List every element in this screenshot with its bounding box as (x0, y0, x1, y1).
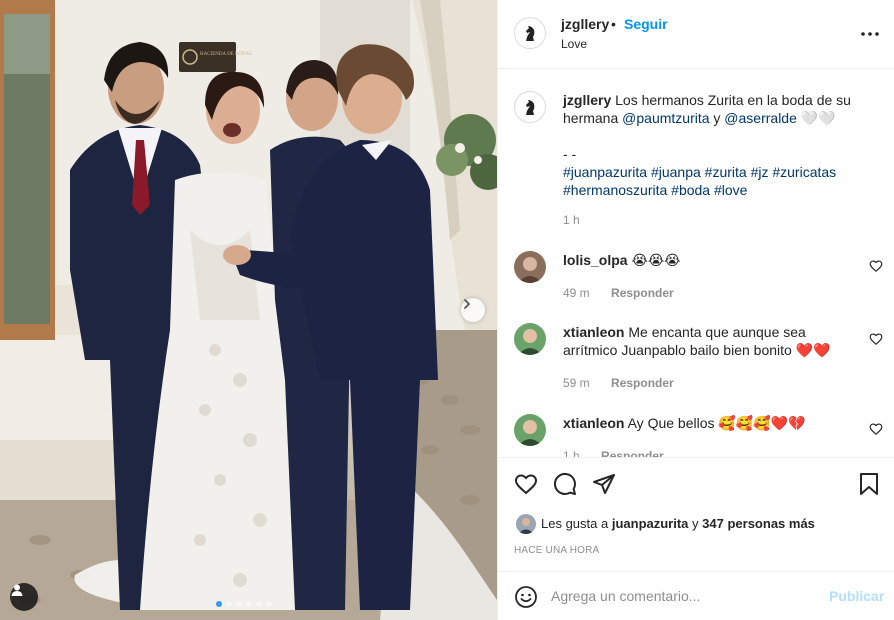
chess-knight-icon (526, 100, 535, 115)
comment-body: Ay Que bellos (627, 415, 715, 431)
comment-body: 😭😭😭 (631, 252, 681, 268)
likes-count[interactable]: 347 personas más (702, 516, 815, 531)
hashtags-line[interactable]: #juanpazurita #juanpa #zurita #jz #zuric… (563, 164, 836, 180)
author-avatar[interactable] (514, 17, 546, 49)
post-actions: Les gusta a juanpazurita y 347 personas … (498, 457, 894, 571)
post-caption: jzgllery Los hermanos Zurita en la boda … (563, 91, 863, 199)
carousel-dot (266, 601, 272, 607)
post-location[interactable]: Love (561, 37, 587, 51)
comment-input[interactable] (551, 584, 821, 608)
chess-knight-icon (526, 26, 535, 41)
comment-emoji: ❤️❤️ (795, 342, 831, 358)
tagged-users-button[interactable] (10, 583, 38, 611)
post-timestamp: HACE UNA HORA (514, 545, 600, 556)
likes-summary: Les gusta a juanpazurita y 347 personas … (541, 514, 815, 534)
comment-avatar[interactable] (514, 414, 546, 446)
separator-dot: • (611, 16, 616, 32)
hashtags-line[interactable]: #hermanoszurita #boda #love (563, 182, 747, 198)
comment-bubble-icon (553, 472, 576, 495)
reply-button[interactable]: Responder (611, 286, 674, 300)
save-button[interactable] (856, 471, 882, 497)
mention-link[interactable]: @paumtzurita (622, 110, 709, 126)
caption-username[interactable]: jzgllery (563, 92, 611, 108)
post-header: jzgllery • Seguir Love (498, 0, 894, 69)
comment-like-icon[interactable] (869, 332, 883, 346)
wedding-photo: HACIENDA DE BODAS (0, 0, 497, 620)
caption-time: 1 h (563, 213, 580, 227)
reply-button[interactable]: Responder (611, 376, 674, 390)
comment-text: xtianleon Me encanta que aunque sea arrí… (563, 323, 863, 359)
publish-button[interactable]: Publicar (829, 588, 884, 604)
comment-username[interactable]: xtianleon (563, 415, 624, 431)
likes-prefix: Les gusta a (541, 516, 609, 531)
sign-text: HACIENDA DE BODAS (200, 52, 252, 57)
comments-section[interactable]: jzgllery Los hermanos Zurita en la boda … (498, 69, 894, 457)
comment-time: 1 h (563, 449, 580, 457)
comment-like-icon[interactable] (869, 259, 883, 273)
comment-text: lolis_olpa 😭😭😭 (563, 251, 863, 269)
caption-avatar[interactable] (514, 91, 546, 123)
more-horizontal-icon (861, 32, 879, 36)
bookmark-icon (860, 473, 878, 495)
share-button[interactable] (591, 471, 617, 497)
carousel-dot (256, 601, 262, 607)
comment-meta: 59 m Responder (563, 376, 692, 390)
post-photo[interactable]: HACIENDA DE BODAS (0, 0, 497, 620)
follow-button[interactable]: Seguir (624, 16, 668, 32)
comment-like-icon[interactable] (869, 422, 883, 436)
comment-meta: 1 h Responder (563, 449, 682, 457)
caption-and: y (713, 110, 721, 126)
next-photo-button[interactable] (461, 298, 485, 322)
comment-username[interactable]: lolis_olpa (563, 252, 628, 268)
paper-plane-icon (593, 474, 615, 494)
chevron-right-icon (464, 299, 470, 309)
liker-username[interactable]: juanpazurita (612, 516, 689, 531)
emoji-icon[interactable] (514, 585, 538, 609)
like-button[interactable] (513, 471, 539, 497)
comment-time: 49 m (563, 286, 590, 300)
caption-emoji: 🤍🤍 (800, 110, 836, 126)
carousel-dot (236, 601, 242, 607)
comment-emoji: 🥰🥰🥰❤️💔 (718, 415, 806, 431)
comment-avatar[interactable] (514, 251, 546, 283)
carousel-indicator (216, 601, 272, 607)
more-options-button[interactable] (858, 22, 882, 46)
likes-mid: y (692, 516, 699, 531)
caption-dashes: - - (563, 146, 577, 162)
carousel-dot (246, 601, 252, 607)
reply-button[interactable]: Responder (601, 449, 664, 457)
comment-username[interactable]: xtianleon (563, 324, 624, 340)
carousel-dot (226, 601, 232, 607)
heart-icon (514, 474, 538, 495)
mention-link[interactable]: @aserralde (724, 110, 797, 126)
comment-meta: 49 m Responder (563, 286, 692, 300)
user-tag-icon (11, 584, 23, 596)
comment-avatar[interactable] (514, 323, 546, 355)
comment-button[interactable] (552, 471, 578, 497)
comment-time: 59 m (563, 376, 590, 390)
liker-avatar[interactable] (516, 514, 536, 534)
comment-composer: Publicar (498, 571, 894, 620)
comment-text: xtianleon Ay Que bellos 🥰🥰🥰❤️💔 (563, 414, 863, 432)
author-username[interactable]: jzgllery (561, 16, 609, 32)
carousel-dot (216, 601, 222, 607)
post-panel: jzgllery • Seguir Love jzgllery Los herm… (497, 0, 894, 620)
